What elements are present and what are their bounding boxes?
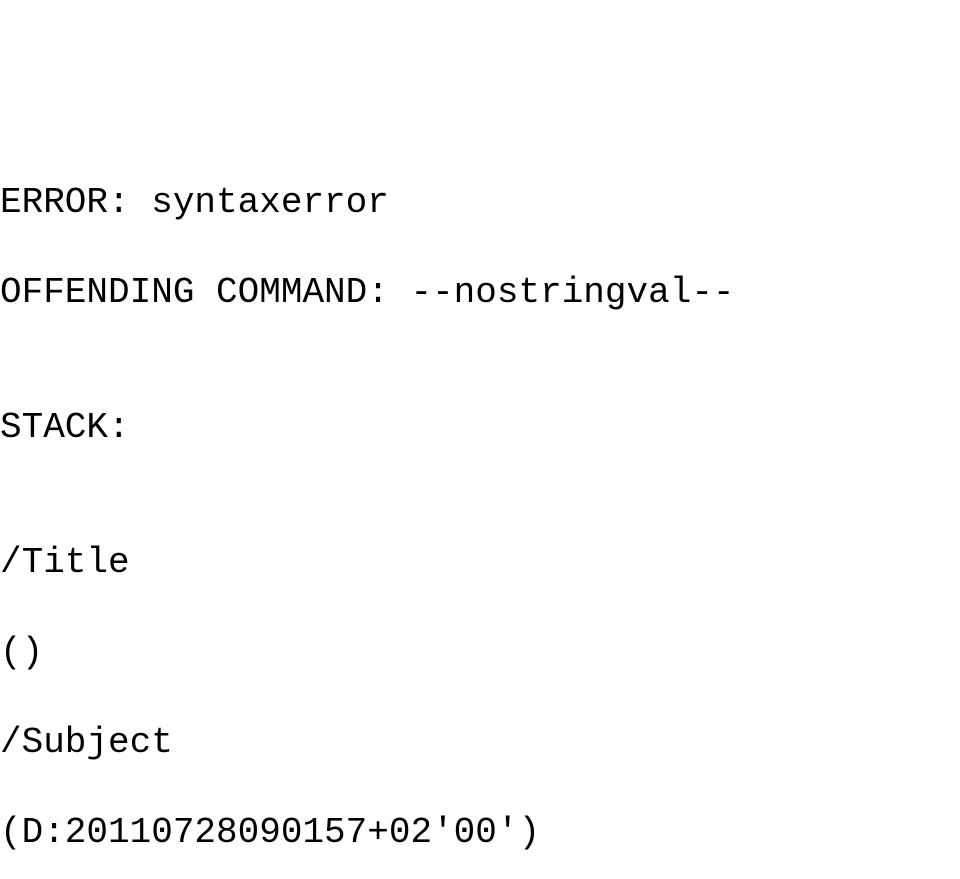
title-key-line: /Title xyxy=(0,540,960,585)
offending-command-line: OFFENDING COMMAND: --nostringval-- xyxy=(0,270,960,315)
subject-key-line: /Subject xyxy=(0,720,960,765)
stack-label-line: STACK: xyxy=(0,405,960,450)
title-value-line: () xyxy=(0,630,960,675)
subject-value-line: (D:20110728090157+02'00') xyxy=(0,810,960,855)
error-line: ERROR: syntaxerror xyxy=(0,180,960,225)
